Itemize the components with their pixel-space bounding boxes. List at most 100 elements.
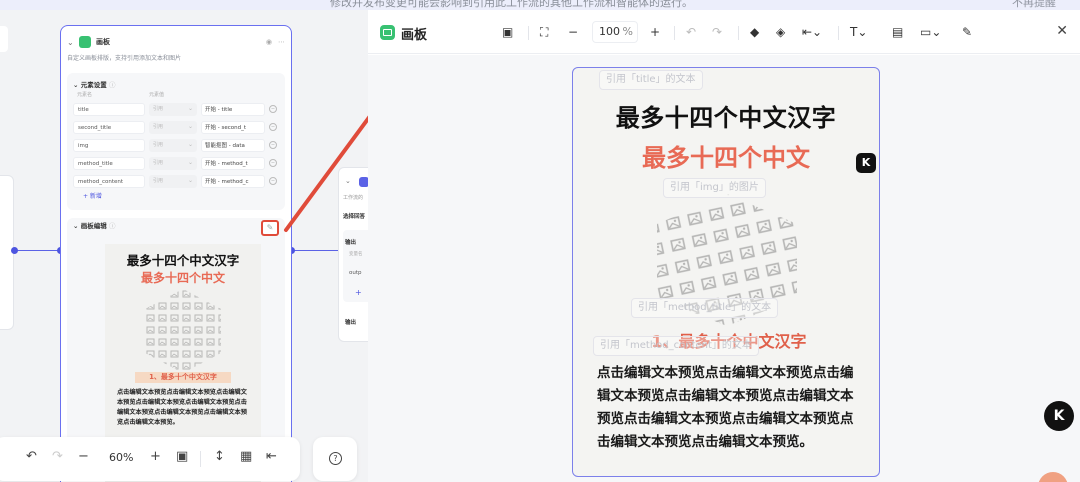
redo-icon[interactable]: ↷ <box>712 25 722 39</box>
workflow-canvas[interactable]: ⌄ 画板 ◉ ⋯ 自定义画板排版，支持引用添加文本和图片 ⌄ 元素设置 ⓘ 元素… <box>0 10 368 482</box>
zoom-out-icon[interactable]: − <box>78 449 89 464</box>
element-row: method_title 引用 开始 - method_t − <box>73 154 279 172</box>
zoom-out-icon[interactable]: − <box>568 25 578 39</box>
text-icon[interactable]: T⌄ <box>850 25 867 39</box>
artboard[interactable]: 引用「title」的文本 最多十四个中文汉字 最多十四个中文 引用「img」的图… <box>572 67 880 477</box>
node-icon <box>359 177 368 187</box>
node-header: ⌄ 画板 ◉ ⋯ <box>61 31 291 53</box>
canvas-icon <box>380 25 395 40</box>
var-header: 变量名 <box>349 252 363 257</box>
node-description: 工作流的 <box>343 195 364 201</box>
zoom-in-icon[interactable]: + <box>150 449 161 464</box>
open-editor-button[interactable]: ✎ <box>261 220 279 236</box>
rectangle-icon[interactable]: ▭⌄ <box>920 25 941 39</box>
zoom-level[interactable]: 60% <box>109 451 133 464</box>
element-row: img 引用 智能抠图 - data − <box>73 136 279 154</box>
more-icon[interactable]: ⋯ <box>278 38 285 46</box>
chevron-down-icon[interactable]: ⌄ <box>67 38 79 47</box>
divider <box>528 26 529 40</box>
divider <box>838 26 839 40</box>
element-name-input[interactable]: method_title <box>73 156 145 170</box>
preview-title: 最多十四个中文汉字 <box>126 253 240 268</box>
connection-line <box>292 250 338 251</box>
element-name-input[interactable]: method_content <box>73 174 145 188</box>
output-heading: 输出 <box>345 240 357 246</box>
element-value-select[interactable]: 开始 - second_t <box>201 120 265 134</box>
zoom-input[interactable]: 100 % <box>592 21 638 43</box>
element-row: second_title 引用 开始 - second_t − <box>73 118 279 136</box>
col-value-header: 元素值 <box>149 92 165 98</box>
section-heading: ⌄ 元素设置 ⓘ <box>73 81 116 89</box>
output-var-name[interactable]: outp <box>349 270 362 276</box>
node-stub[interactable] <box>0 26 8 52</box>
fit-icon[interactable]: ⛶ <box>540 25 548 40</box>
element-name-input[interactable]: img <box>73 138 145 152</box>
element-name-input[interactable]: second_title <box>73 120 145 134</box>
dont-remind-link[interactable]: 不再提醒 <box>1012 0 1056 10</box>
canvas-editor-panel: 画板 ▣ ⛶ − 100 % + ↶ ↷ ◆ ◈ ⇤⌄ T⌄ ▤ ▭⌄ ✎ ✕ … <box>368 10 1080 482</box>
col-name-header: 元素名 <box>77 92 93 98</box>
layer-up-icon[interactable]: ◆ <box>750 25 759 39</box>
element-type-select[interactable]: 引用 <box>149 156 197 170</box>
grid-icon[interactable]: ▦ <box>240 449 252 464</box>
element-value-select[interactable]: 开始 - title <box>201 102 265 116</box>
fit-view-icon[interactable]: ▣ <box>176 449 188 464</box>
collapse-icon[interactable]: ↕ <box>214 449 225 464</box>
board-title[interactable]: 最多十四个中文汉字 <box>573 98 879 133</box>
connection-port[interactable] <box>11 247 18 254</box>
undo-icon[interactable]: ↶ <box>686 25 696 39</box>
layout-icon[interactable]: ⇤ <box>266 449 277 464</box>
method-content-ref-tag[interactable]: 引用「method_content」的文本 <box>593 336 759 356</box>
zoom-in-icon[interactable]: + <box>650 25 660 39</box>
align-icon[interactable]: ⇤⌄ <box>802 25 822 39</box>
node-label: 选择回答 <box>343 214 366 220</box>
undo-icon[interactable]: ↶ <box>26 449 37 464</box>
element-row: title 引用 开始 - title − <box>73 100 279 118</box>
elements-section: ⌄ 元素设置 ⓘ 元素名 元素值 title 引用 开始 - title − s… <box>67 73 285 210</box>
connection-line <box>14 250 60 251</box>
chevron-down-icon[interactable]: ⌄ <box>345 177 351 185</box>
canvas-size-icon[interactable]: ▣ <box>502 25 513 39</box>
element-row: method_content 引用 开始 - method_c − <box>73 172 279 190</box>
assistant-button[interactable]: K <box>1044 401 1074 431</box>
image-placeholder-icon <box>145 289 221 373</box>
divider <box>738 26 739 40</box>
add-element-button[interactable]: + 新增 <box>73 190 279 204</box>
element-value-select[interactable]: 智能抠图 - data <box>201 138 265 152</box>
board-second-title[interactable]: 最多十四个中文 <box>573 138 879 173</box>
add-icon[interactable]: + <box>355 288 362 297</box>
preview-method-title: 1、最多十个中文汉字 <box>135 372 231 383</box>
board-method-content[interactable]: 点击编辑文本预览点击编辑文本预览点击编辑文本预览点击编辑文本预览点击编辑文本预览… <box>597 362 861 454</box>
element-type-select[interactable]: 引用 <box>149 102 197 116</box>
method-title-ref-tag[interactable]: 引用「method_title」的文本 <box>631 298 779 318</box>
eye-icon[interactable]: ◉ <box>266 38 272 46</box>
divider <box>674 26 675 40</box>
canvas-node[interactable]: ⌄ 画板 ◉ ⋯ 自定义画板排版，支持引用添加文本和图片 ⌄ 元素设置 ⓘ 元素… <box>60 25 292 482</box>
redo-icon[interactable]: ↷ <box>52 449 63 464</box>
element-type-select[interactable]: 引用 <box>149 138 197 152</box>
layers-icon[interactable]: ◈ <box>776 25 785 39</box>
remove-icon[interactable]: − <box>269 123 277 131</box>
divider <box>200 451 201 467</box>
editor-title: 画板 <box>401 28 428 43</box>
editor-header: 画板 ▣ ⛶ − 100 % + ↶ ↷ ◆ ◈ ⇤⌄ T⌄ ▤ ▭⌄ ✎ ✕ <box>368 10 1080 54</box>
remove-icon[interactable]: − <box>269 105 277 113</box>
output-heading-collapsed[interactable]: 输出 <box>345 318 356 326</box>
image-icon[interactable]: ▤ <box>892 25 903 39</box>
help-button[interactable]: ? <box>313 437 357 481</box>
remove-icon[interactable]: − <box>269 141 277 149</box>
next-node[interactable]: ⌄ 工作流的 选择回答 输出 变量名 outp + 输出 <box>338 167 368 342</box>
element-value-select[interactable]: 开始 - method_t <box>201 156 265 170</box>
element-type-select[interactable]: 引用 <box>149 174 197 188</box>
remove-icon[interactable]: − <box>269 177 277 185</box>
element-value-select[interactable]: 开始 - method_c <box>201 174 265 188</box>
node-title: 画板 <box>96 38 110 46</box>
title-ref-tag[interactable]: 引用「title」的文本 <box>599 70 703 90</box>
element-type-select[interactable]: 引用 <box>149 120 197 134</box>
k-logo-badge[interactable]: K <box>856 153 876 173</box>
preview-second-title: 最多十四个中文 <box>140 271 225 285</box>
close-icon[interactable]: ✕ <box>1056 23 1068 39</box>
remove-icon[interactable]: − <box>269 159 277 167</box>
element-name-input[interactable]: title <box>73 102 145 116</box>
pen-icon[interactable]: ✎ <box>962 25 972 39</box>
